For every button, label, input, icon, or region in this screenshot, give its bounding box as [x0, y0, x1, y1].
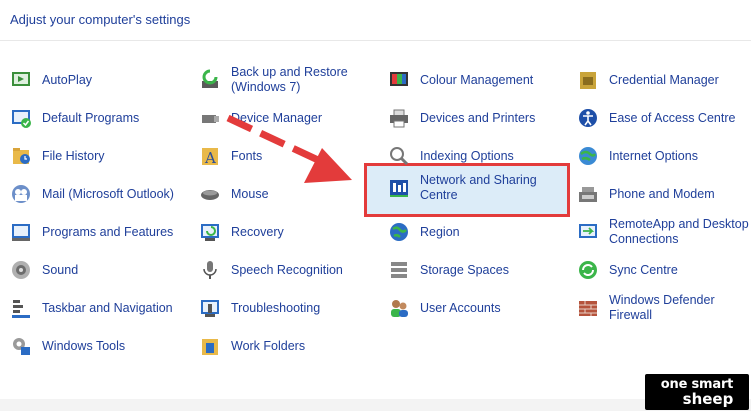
label-phone-modem: Phone and Modem — [609, 186, 715, 201]
device-manager-icon — [199, 107, 221, 129]
label-internet-options: Internet Options — [609, 148, 698, 163]
sync-icon — [577, 259, 599, 281]
item-ease-of-access[interactable]: Ease of Access Centre — [577, 101, 735, 135]
item-credential-manager[interactable]: Credential Manager — [577, 63, 719, 97]
network-icon — [388, 177, 410, 199]
label-network-sharing: Network and Sharing Centre — [420, 173, 537, 202]
item-taskbar[interactable]: Taskbar and Navigation — [10, 291, 173, 325]
item-internet-options[interactable]: Internet Options — [577, 139, 698, 173]
firewall-icon — [577, 297, 599, 319]
label-mail: Mail (Microsoft Outlook) — [42, 186, 174, 201]
label-fonts: Fonts — [231, 148, 263, 163]
item-phone-modem[interactable]: Phone and Modem — [577, 177, 715, 211]
item-remoteapp[interactable]: RemoteApp and Desktop Connections — [577, 215, 749, 249]
item-region[interactable]: Region — [388, 215, 460, 249]
sound-icon — [10, 259, 32, 281]
ease-of-access-icon — [577, 107, 599, 129]
credential-icon — [577, 69, 599, 91]
backup-icon — [199, 69, 221, 91]
item-speech-recognition[interactable]: Speech Recognition — [199, 253, 343, 287]
item-backup-restore[interactable]: Back up and Restore (Windows 7) — [199, 63, 348, 97]
item-file-history[interactable]: File History — [10, 139, 105, 173]
item-indexing-options[interactable]: Indexing Options — [388, 139, 514, 173]
label-storage-spaces: Storage Spaces — [420, 262, 509, 277]
item-devices-printers[interactable]: Devices and Printers — [388, 101, 535, 135]
item-programs-features[interactable]: Programs and Features — [10, 215, 173, 249]
label-backup-restore: Back up and Restore (Windows 7) — [231, 65, 348, 94]
item-storage-spaces[interactable]: Storage Spaces — [388, 253, 509, 287]
label-sound: Sound — [42, 262, 79, 277]
phone-modem-icon — [577, 183, 599, 205]
microphone-icon — [199, 259, 221, 281]
users-icon — [388, 297, 410, 319]
label-device-manager: Device Manager — [231, 110, 323, 125]
label-colour-management: Colour Management — [420, 72, 534, 87]
label-remoteapp: RemoteApp and Desktop Connections — [609, 217, 749, 246]
label-work-folders: Work Folders — [231, 338, 306, 353]
item-sync-centre[interactable]: Sync Centre — [577, 253, 678, 287]
programs-features-icon — [10, 221, 32, 243]
item-defender-firewall[interactable]: Windows Defender Firewall — [577, 291, 715, 325]
item-sound[interactable]: Sound — [10, 253, 78, 287]
recovery-icon — [199, 221, 221, 243]
item-network-sharing[interactable]: Network and Sharing Centre — [388, 171, 537, 205]
work-folders-icon — [199, 335, 221, 357]
label-ease-of-access: Ease of Access Centre — [609, 110, 736, 125]
logo-line2: sheep — [682, 390, 734, 408]
remoteapp-icon — [577, 221, 599, 243]
label-region: Region — [420, 224, 460, 239]
item-autoplay[interactable]: AutoPlay — [10, 63, 92, 97]
fonts-icon: A — [199, 145, 221, 167]
file-history-icon — [10, 145, 32, 167]
item-work-folders[interactable]: Work Folders — [199, 329, 305, 363]
item-mail[interactable]: Mail (Microsoft Outlook) — [10, 177, 174, 211]
globe-icon — [388, 221, 410, 243]
windows-tools-icon — [10, 335, 32, 357]
label-programs-features: Programs and Features — [42, 224, 174, 239]
troubleshooting-icon — [199, 297, 221, 319]
footer-bar — [0, 399, 751, 411]
label-indexing-options: Indexing Options — [420, 148, 514, 163]
label-taskbar: Taskbar and Navigation — [42, 300, 173, 315]
mail-icon — [10, 183, 32, 205]
label-credential-manager: Credential Manager — [609, 72, 719, 87]
default-programs-icon — [10, 107, 32, 129]
label-autoplay: AutoPlay — [42, 72, 93, 87]
storage-icon — [388, 259, 410, 281]
brand-logo: one smart sheep — [645, 374, 749, 410]
item-mouse[interactable]: Mouse — [199, 177, 269, 211]
colour-management-icon — [388, 69, 410, 91]
label-recovery: Recovery — [231, 224, 284, 239]
label-default-programs: Default Programs — [42, 110, 140, 125]
label-windows-tools: Windows Tools — [42, 338, 126, 353]
label-user-accounts: User Accounts — [420, 300, 501, 315]
taskbar-icon — [10, 297, 32, 319]
label-mouse: Mouse — [231, 186, 269, 201]
internet-options-icon — [577, 145, 599, 167]
indexing-icon — [388, 145, 410, 167]
printer-icon — [388, 107, 410, 129]
item-colour-management[interactable]: Colour Management — [388, 63, 533, 97]
item-default-programs[interactable]: Default Programs — [10, 101, 139, 135]
item-device-manager[interactable]: Device Manager — [199, 101, 322, 135]
label-troubleshooting: Troubleshooting — [231, 300, 321, 315]
control-panel-grid: AutoPlay Default Programs File History M… — [0, 0, 751, 411]
item-windows-tools[interactable]: Windows Tools — [10, 329, 125, 363]
item-recovery[interactable]: Recovery — [199, 215, 284, 249]
item-user-accounts[interactable]: User Accounts — [388, 291, 501, 325]
label-speech-recognition: Speech Recognition — [231, 262, 343, 277]
label-devices-printers: Devices and Printers — [420, 110, 536, 125]
autoplay-icon — [10, 69, 32, 91]
item-troubleshooting[interactable]: Troubleshooting — [199, 291, 320, 325]
svg-text:A: A — [204, 149, 216, 167]
item-fonts[interactable]: A Fonts — [199, 139, 262, 173]
label-defender-firewall: Windows Defender Firewall — [609, 293, 715, 322]
label-file-history: File History — [42, 148, 105, 163]
mouse-icon — [199, 183, 221, 205]
label-sync-centre: Sync Centre — [609, 262, 678, 277]
